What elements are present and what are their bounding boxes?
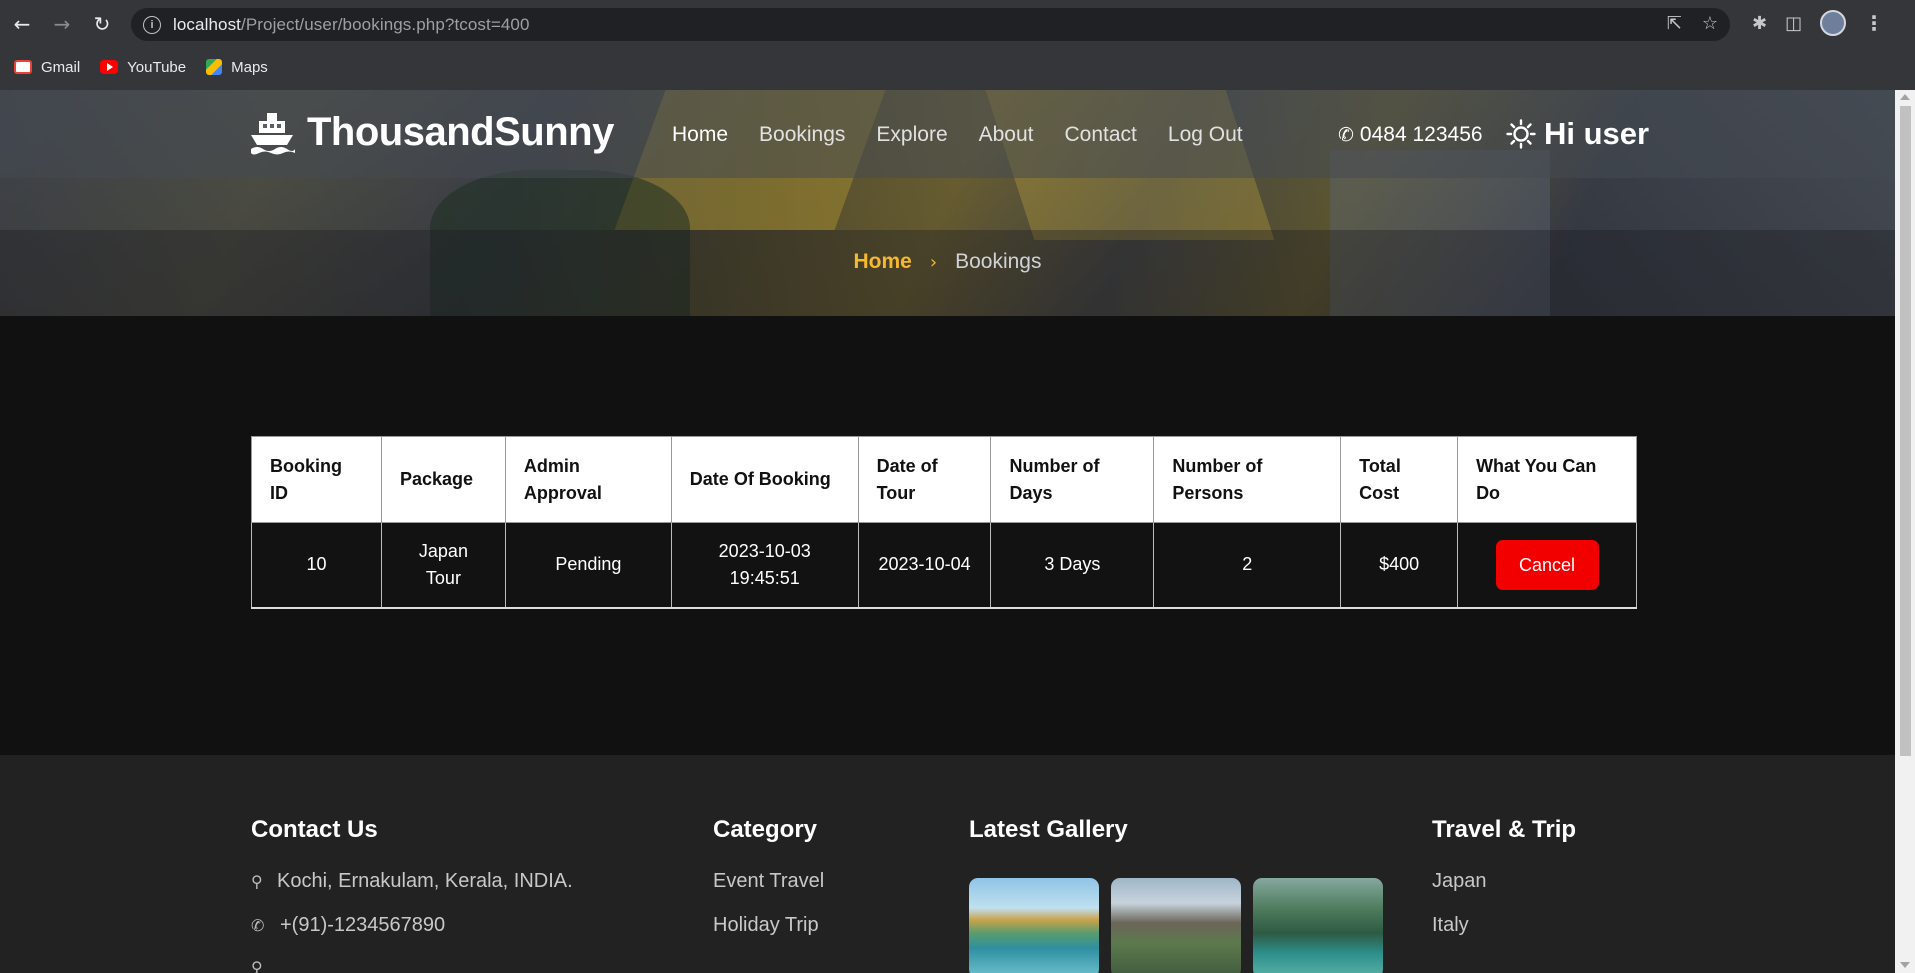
avatar[interactable] <box>1820 10 1847 36</box>
footer-travel-link[interactable]: Japan <box>1432 870 1487 893</box>
th-number-of-days: Number of Days <box>990 436 1155 523</box>
phone-contact[interactable]: ✆ 0484 123456 <box>1338 123 1483 147</box>
gallery-thumbnail[interactable] <box>1253 878 1383 973</box>
gmail-icon <box>14 60 32 74</box>
th-actions: What You Can Do <box>1457 436 1637 523</box>
breadcrumb-home[interactable]: Home <box>854 250 912 273</box>
browser-toolbar: ← → ↻ i localhost/Project/user/bookings.… <box>0 0 1915 49</box>
sun-icon <box>1506 119 1536 149</box>
chevron-right-icon: › <box>929 252 938 273</box>
footer-travel-link[interactable]: Italy <box>1432 914 1469 937</box>
breadcrumb: Home › Bookings <box>0 250 1895 274</box>
cell-actions: Cancel <box>1457 522 1637 609</box>
main-nav: Home Bookings Explore About Contact Log … <box>672 123 1274 147</box>
bookmark-youtube[interactable]: YouTube <box>100 59 186 76</box>
cell-date-of-tour: 2023-10-04 <box>857 522 992 609</box>
bookmark-gmail[interactable]: Gmail <box>14 59 80 76</box>
forward-icon[interactable]: → <box>48 10 76 38</box>
youtube-icon <box>100 60 119 74</box>
user-greeting[interactable]: Hi user <box>1506 116 1649 152</box>
footer-contact-title: Contact Us <box>251 816 378 843</box>
location-icon: ⚲ <box>251 872 263 891</box>
phone-icon: ✆ <box>1338 124 1354 146</box>
th-date-of-tour: Date of Tour <box>857 436 992 523</box>
location-icon: ⚲ <box>251 958 263 973</box>
bookings-table: Booking ID Package Admin Approval Date Of … <box>251 436 1637 609</box>
footer-address: ⚲ Kochi, Ernakulam, Kerala, INDIA. <box>251 870 573 892</box>
reload-icon[interactable]: ↻ <box>88 10 116 38</box>
th-admin-approval: Admin Approval <box>504 436 672 523</box>
footer-category-title: Category <box>713 816 818 843</box>
star-icon[interactable]: ☆ <box>1702 13 1718 34</box>
info-icon[interactable]: i <box>143 15 161 34</box>
cell-number-of-persons: 2 <box>1153 522 1342 609</box>
scroll-up-icon[interactable] <box>1900 94 1910 100</box>
footer-email: ⚲ <box>251 958 277 973</box>
hero-banner: ThousandSunny Home Bookings Explore Abou… <box>0 90 1895 316</box>
cell-total-cost: $400 <box>1340 522 1459 609</box>
nav-about[interactable]: About <box>979 123 1034 147</box>
footer-category-link[interactable]: Event Travel <box>713 870 824 893</box>
th-date-of-booking: Date Of Booking <box>670 436 859 523</box>
nav-bookings[interactable]: Bookings <box>759 123 845 147</box>
ship-icon <box>251 112 295 154</box>
cancel-button[interactable]: Cancel <box>1495 539 1599 590</box>
th-package: Package <box>380 436 506 523</box>
cell-package: Japan Tour <box>380 522 506 609</box>
bookmarks-bar: Gmail YouTube Maps <box>0 53 274 81</box>
browser-chrome: ← → ↻ i localhost/Project/user/bookings.… <box>0 0 1915 90</box>
scroll-down-icon[interactable] <box>1900 962 1910 968</box>
sidepanel-icon[interactable]: ◫ <box>1785 13 1802 34</box>
site-logo[interactable]: ThousandSunny <box>249 110 614 155</box>
footer-category-link[interactable]: Holiday Trip <box>713 914 819 937</box>
cell-admin-approval: Pending <box>504 522 672 609</box>
phone-icon: ✆ <box>251 916 265 935</box>
th-total-cost: Total Cost <box>1340 436 1459 523</box>
table-header-row: Booking ID Package Admin Approval Date Of … <box>251 436 1637 523</box>
cell-number-of-days: 3 Days <box>990 522 1155 609</box>
nav-explore[interactable]: Explore <box>876 123 947 147</box>
nav-home[interactable]: Home <box>672 123 728 147</box>
cell-booking-id: 10 <box>251 522 382 609</box>
footer-gallery-title: Latest Gallery <box>969 816 1128 843</box>
share-icon[interactable]: ⇱ <box>1667 13 1682 34</box>
gallery-thumbnail[interactable] <box>969 878 1099 973</box>
table-row: 10 Japan Tour Pending 2023-10-03 19:45:51 … <box>251 522 1637 609</box>
footer-phone[interactable]: ✆ +(91)-1234567890 <box>251 914 445 937</box>
nav-logout[interactable]: Log Out <box>1168 123 1243 147</box>
url-text: localhost/Project/user/bookings.php?tcos… <box>173 14 530 34</box>
gallery-thumbnail[interactable] <box>1111 878 1241 973</box>
maps-icon <box>206 59 223 75</box>
page-scrollbar[interactable] <box>1895 90 1915 973</box>
site-footer: Contact Us ⚲ Kochi, Ernakulam, Kerala, I… <box>0 755 1895 973</box>
cell-date-of-booking: 2023-10-03 19:45:51 <box>670 522 859 609</box>
page: ThousandSunny Home Bookings Explore Abou… <box>0 90 1895 973</box>
th-booking-id: Booking ID <box>251 436 382 523</box>
breadcrumb-current: Bookings <box>955 250 1042 273</box>
nav-contact[interactable]: Contact <box>1065 123 1137 147</box>
address-bar[interactable]: i localhost/Project/user/bookings.php?tc… <box>131 8 1730 41</box>
menu-icon[interactable]: ⋮ <box>1864 11 1884 35</box>
bookings-table-wrap: Booking ID Package Admin Approval Date Of … <box>251 436 1637 609</box>
bookmark-maps[interactable]: Maps <box>206 59 268 76</box>
th-number-of-persons: Number of Persons <box>1153 436 1342 523</box>
footer-travel-title: Travel & Trip <box>1432 816 1577 843</box>
back-icon[interactable]: ← <box>8 10 36 38</box>
extensions-icon[interactable]: ✱ <box>1752 13 1767 34</box>
scroll-thumb[interactable] <box>1900 106 1911 756</box>
